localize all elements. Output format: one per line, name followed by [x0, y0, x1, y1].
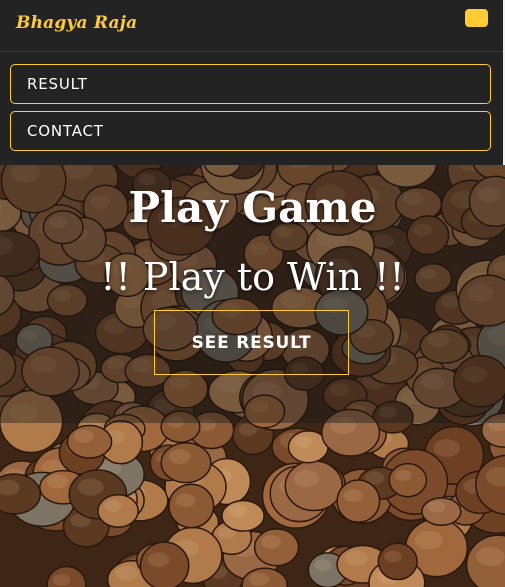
nav-item-result[interactable]: RESULT [10, 64, 491, 104]
navbar: Bhagya Raja RESULT CONTACT [0, 0, 505, 165]
hero-section: Play Game !! Play to Win !! SEE RESULT [0, 165, 505, 587]
brand-logo[interactable]: Bhagya Raja [16, 13, 137, 33]
menu-toggle-icon[interactable] [465, 9, 488, 27]
hero-subtitle: !! Play to Win !! [100, 255, 405, 299]
nav-divider [0, 51, 503, 52]
hero-title: Play Game [128, 183, 377, 232]
see-result-button[interactable]: SEE RESULT [154, 310, 349, 375]
nav-item-contact[interactable]: CONTACT [10, 111, 491, 151]
